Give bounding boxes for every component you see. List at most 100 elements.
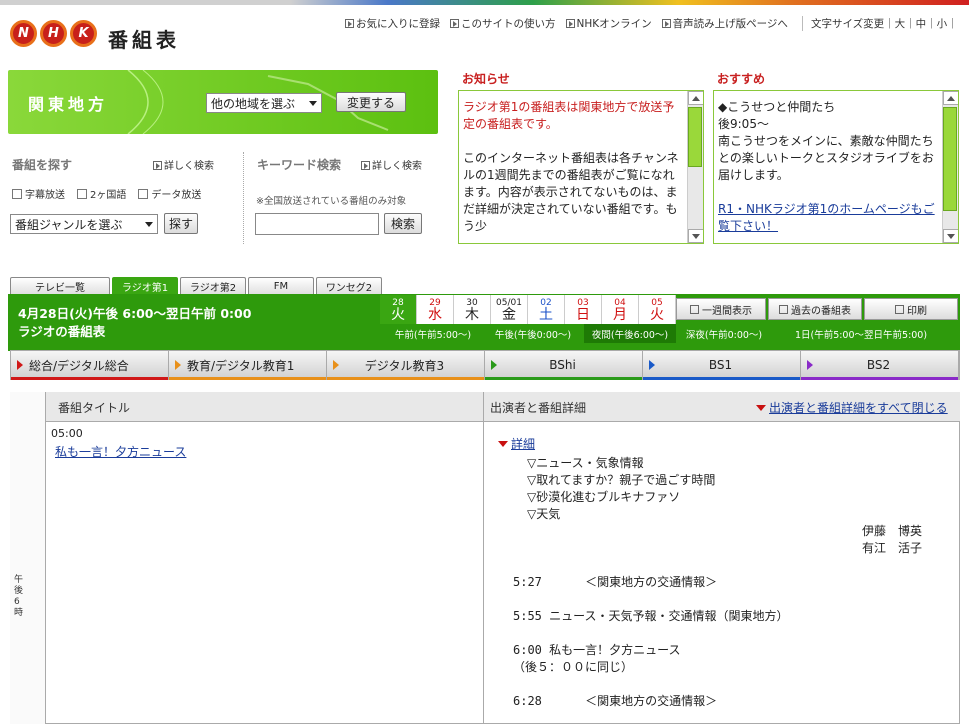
print-button[interactable]: 印刷 bbox=[864, 298, 958, 320]
grid-icon bbox=[779, 304, 788, 314]
nhk-online-link[interactable]: NHKオンライン bbox=[565, 16, 652, 31]
col-title-header: 番組タイトル bbox=[58, 401, 131, 415]
recommend-scrollbar[interactable] bbox=[942, 91, 958, 243]
channel-0[interactable]: 総合/デジタル総合 bbox=[11, 351, 169, 380]
program-title-link[interactable]: 私も一言！夕方ニュース bbox=[55, 443, 186, 460]
news-red-text: ラジオ第1の番組表は関東地方で放送予定の番組表です。 bbox=[463, 100, 675, 131]
data-broadcast-checkbox[interactable]: データ放送 bbox=[138, 186, 201, 201]
channel-bar: 総合/デジタル総合 教育/デジタル教育1 デジタル教育3 BShi BS1 BS2 bbox=[10, 350, 960, 380]
change-region-button[interactable]: 変更する bbox=[336, 92, 406, 112]
time-slot-1[interactable]: 午後(午後0:00〜) bbox=[482, 324, 584, 343]
day-6[interactable]: 04 月 bbox=[602, 295, 639, 324]
program-schedule: 5:27 ＜関東地方の交通情報＞ 5:55 ニュース・天気予報・交通情報（関東地… bbox=[513, 574, 953, 710]
region-select[interactable]: 他の地域を選ぶ bbox=[206, 93, 322, 113]
genre-select[interactable]: 番組ジャンルを選ぶ bbox=[10, 214, 158, 234]
schedule-row: 5:27 ＜関東地方の交通情報＞ bbox=[513, 575, 718, 589]
keyword-search-button[interactable]: 検索 bbox=[384, 213, 422, 234]
chevron-down-icon bbox=[145, 221, 153, 227]
cast-member: 伊藤 博英 bbox=[862, 524, 923, 538]
date-subtitle: ラジオの番組表 bbox=[18, 324, 106, 339]
time-slot-0[interactable]: 午前(午前5:00〜) bbox=[384, 324, 482, 343]
schedule-row: 6:28 ＜関東地方の交通情報＞ bbox=[513, 694, 718, 708]
tab-radio2[interactable]: ラジオ第2 bbox=[180, 277, 246, 294]
close-all-details-link[interactable]: 出演者と番組詳細をすべて閉じる bbox=[756, 399, 948, 416]
channel-underline bbox=[11, 377, 168, 380]
play-arrow-icon bbox=[17, 360, 23, 370]
day-7[interactable]: 05 火 bbox=[639, 295, 676, 324]
channel-underline bbox=[169, 377, 326, 380]
day-3[interactable]: 05/01 金 bbox=[491, 295, 528, 324]
tab-fm[interactable]: FM bbox=[248, 277, 314, 294]
tab-radio1[interactable]: ラジオ第1 bbox=[112, 277, 178, 294]
news-scroll-thumb[interactable] bbox=[688, 107, 702, 167]
time-slot-3[interactable]: 深夜(午前0:00〜) bbox=[676, 324, 772, 343]
past-schedule-button[interactable]: 過去の番組表 bbox=[768, 298, 862, 320]
recommend-scroll-thumb[interactable] bbox=[943, 107, 957, 211]
channel-1[interactable]: 教育/デジタル教育1 bbox=[169, 351, 327, 380]
program-item: ▽ニュース・気象情報 bbox=[527, 456, 644, 470]
recommend-panel: ◆こうせつと仲間たち 後9:05〜 南こうせつをメインに、素敵な仲間たちとの楽し… bbox=[713, 90, 959, 244]
keyword-detail-search-link[interactable]: 詳しく検索 bbox=[361, 157, 422, 172]
day-selector: 28 火 29 水 30 木 05/01 金 02 土 03 日 04 月 05 火 bbox=[380, 295, 676, 324]
channel-5[interactable]: BS2 bbox=[801, 351, 959, 380]
scroll-down-arrow[interactable] bbox=[688, 229, 703, 243]
program-detail-search-link[interactable]: 詳しく検索 bbox=[153, 157, 214, 172]
news-body: このインターネット番組表は各チャンネルの1週間先までの番組表がご覧になれます。内… bbox=[463, 151, 679, 233]
nhk-logo[interactable]: NHK bbox=[10, 20, 97, 47]
channel-underline bbox=[327, 377, 484, 380]
channel-4[interactable]: BS1 bbox=[643, 351, 801, 380]
program-cast: 伊藤 博英 有江 活子 bbox=[862, 523, 922, 557]
news-scrollbar[interactable] bbox=[687, 91, 703, 243]
keyword-search-heading: キーワード検索 bbox=[257, 158, 342, 172]
arrow-icon bbox=[361, 161, 370, 170]
day-1[interactable]: 29 水 bbox=[417, 295, 454, 324]
tab-tv-list[interactable]: テレビ一覧 bbox=[10, 277, 110, 294]
play-arrow-icon bbox=[491, 360, 497, 370]
bilingual-checkbox[interactable]: 2ヶ国語 bbox=[77, 186, 126, 201]
program-search-heading: 番組を探す bbox=[12, 158, 73, 172]
program-start-time: 05:00 bbox=[51, 427, 83, 440]
day-0[interactable]: 28 火 bbox=[380, 295, 417, 324]
day-4[interactable]: 02 土 bbox=[528, 295, 565, 324]
channel-underline bbox=[801, 377, 958, 380]
channel-underline bbox=[485, 377, 642, 380]
recommend-body: 南こうせつをメインに、素敵な仲間たちとの楽しいトークとスタジオライブをお届けしま… bbox=[718, 134, 934, 182]
day-2[interactable]: 30 木 bbox=[454, 295, 491, 324]
scroll-up-arrow[interactable] bbox=[943, 91, 958, 105]
font-size-control[interactable]: 文字サイズ変更｜大｜中｜小｜ bbox=[802, 16, 958, 31]
channel-2[interactable]: デジタル教育3 bbox=[327, 351, 485, 380]
hour-label: 午後6時 bbox=[14, 575, 24, 618]
usage-link[interactable]: このサイトの使い方 bbox=[450, 16, 556, 31]
arrow-icon bbox=[345, 19, 354, 28]
arrow-icon bbox=[565, 19, 575, 28]
arrow-up-icon bbox=[947, 95, 955, 101]
time-slot-2[interactable]: 夜間(午後6:00〜) bbox=[584, 324, 676, 343]
keyword-input[interactable] bbox=[255, 213, 379, 235]
printer-icon bbox=[895, 304, 904, 314]
week-view-button[interactable]: 一週間表示 bbox=[676, 298, 766, 320]
tab-oneseg2[interactable]: ワンセグ2 bbox=[316, 277, 382, 294]
channel-3[interactable]: BShi bbox=[485, 351, 643, 380]
recommend-link[interactable]: R1・NHKラジオ第1のホームページもご覧下さい！ bbox=[718, 201, 938, 235]
favorite-link[interactable]: お気に入りに登録 bbox=[345, 16, 440, 31]
news-heading: お知らせ bbox=[462, 72, 510, 86]
region-label: 関東地方 bbox=[28, 95, 109, 114]
divider bbox=[243, 152, 244, 244]
voice-page-link[interactable]: 音声読み上げ版ページへ bbox=[661, 16, 788, 31]
recommend-time: 後9:05〜 bbox=[718, 117, 769, 131]
cast-member: 有江 活子 bbox=[862, 541, 923, 555]
play-arrow-icon bbox=[807, 360, 813, 370]
scroll-up-arrow[interactable] bbox=[688, 91, 703, 105]
day-5[interactable]: 03 日 bbox=[565, 295, 602, 324]
program-item: ▽天気 bbox=[527, 507, 561, 521]
scroll-down-arrow[interactable] bbox=[943, 229, 958, 243]
time-slot-selector: 午前(午前5:00〜) 午後(午後0:00〜) 夜間(午後6:00〜) 深夜(午前0:… bbox=[384, 324, 950, 343]
schedule-row: 5:55 ニュース・天気予報・交通情報（関東地方） bbox=[513, 609, 789, 623]
arrow-down-icon bbox=[947, 233, 955, 239]
program-search-button[interactable]: 探す bbox=[164, 213, 198, 234]
page-title: 番組表 bbox=[108, 28, 180, 52]
detail-toggle[interactable]: 詳細 bbox=[498, 435, 535, 452]
program-item: ▽取れてますか？親子で過ごす時間 bbox=[527, 473, 716, 487]
time-slot-4[interactable]: 1日(午前5:00〜翌日午前5:00) bbox=[772, 324, 950, 343]
subtitle-checkbox[interactable]: 字幕放送 bbox=[12, 186, 65, 201]
